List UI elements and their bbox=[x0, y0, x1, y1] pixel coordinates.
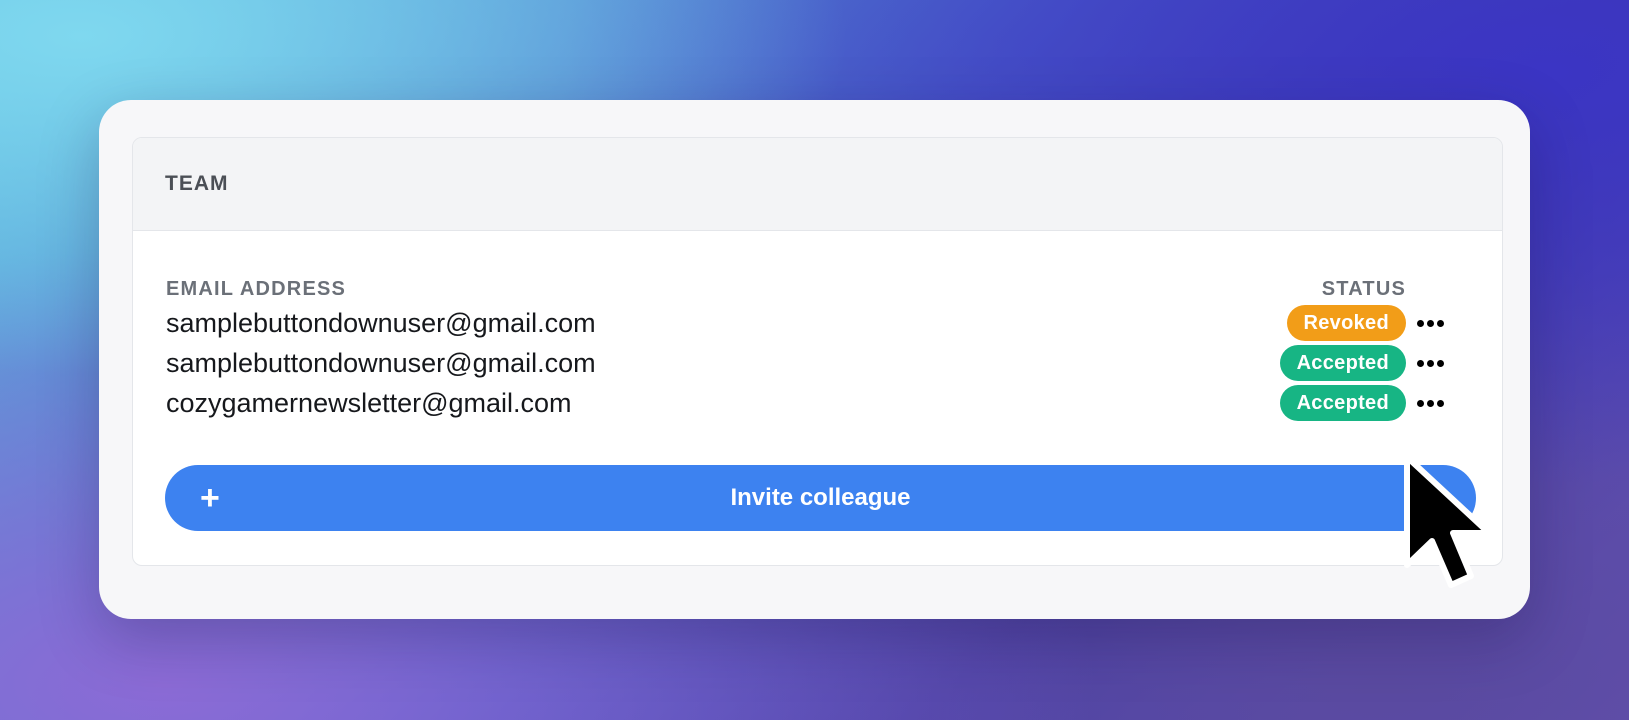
plus-icon: + bbox=[200, 479, 220, 517]
more-options-icon[interactable] bbox=[1406, 305, 1454, 341]
team-member-row: cozygamernewsletter@gmail.com Accepted bbox=[166, 383, 1454, 423]
status-badge-accepted: Accepted bbox=[1279, 345, 1406, 381]
team-panel-title: TEAM bbox=[165, 172, 229, 195]
invite-colleague-label: Invite colleague bbox=[730, 484, 911, 511]
team-member-row: samplebuttondownuser@gmail.com Accepted bbox=[166, 343, 1454, 383]
more-options-icon[interactable] bbox=[1406, 345, 1454, 381]
status-badge-accepted: Accepted bbox=[1279, 385, 1406, 421]
more-options-icon[interactable] bbox=[1406, 385, 1454, 421]
member-email: cozygamernewsletter@gmail.com bbox=[166, 387, 572, 418]
arrow-cursor-icon bbox=[1404, 454, 1492, 588]
team-panel-header: TEAM bbox=[133, 138, 1502, 231]
email-column-header: EMAIL ADDRESS bbox=[166, 278, 347, 300]
team-member-row: samplebuttondownuser@gmail.com Revoked bbox=[166, 303, 1454, 343]
status-badge-revoked: Revoked bbox=[1286, 305, 1406, 341]
invite-colleague-button[interactable]: + Invite colleague bbox=[165, 465, 1476, 531]
team-panel: TEAM EMAIL ADDRESS STATUS samplebuttondo… bbox=[132, 137, 1503, 566]
status-column-header: STATUS bbox=[1321, 278, 1406, 300]
member-email: samplebuttondownuser@gmail.com bbox=[166, 347, 596, 378]
settings-card: TEAM EMAIL ADDRESS STATUS samplebuttondo… bbox=[99, 100, 1530, 619]
member-email: samplebuttondownuser@gmail.com bbox=[166, 307, 596, 338]
